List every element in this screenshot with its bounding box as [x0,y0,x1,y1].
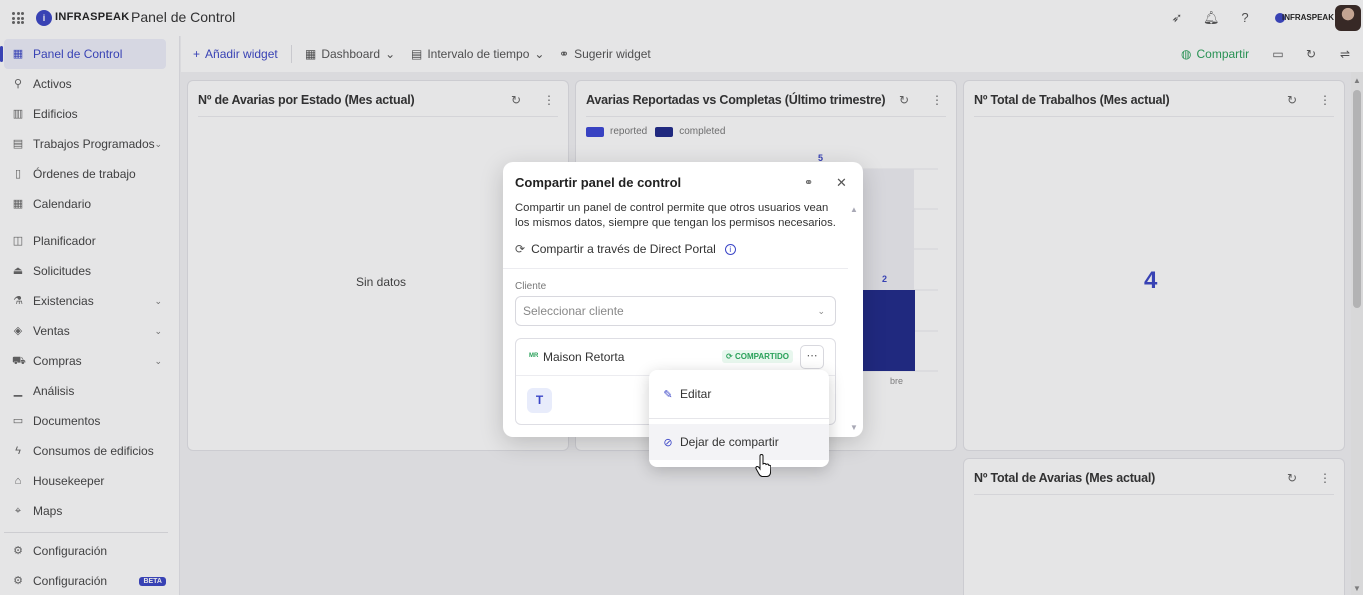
scroll-up-icon[interactable]: ▲ [850,205,858,214]
client-select-placeholder: Seleccionar cliente [523,304,624,318]
client-actions-menu: ✎ Editar ⊘ Dejar de compartir [649,370,829,467]
modal-title: Compartir panel de control [515,175,682,190]
shared-status-text: COMPARTIDO [734,352,790,361]
shared-status-badge: ⟳ COMPARTIDO [722,350,794,363]
info-icon[interactable]: i [724,243,736,255]
ban-icon: ⊘ [663,436,673,449]
client-name: Maison Retorta [543,350,625,364]
hand-cursor-icon [755,454,771,477]
direct-portal-row: ⟳ Compartir a través de Direct Portal i [515,242,736,256]
user-avatar: T [527,388,552,413]
client-select[interactable]: Seleccionar cliente ⌄ [515,296,836,326]
sync-icon: ⟳ [515,242,526,256]
edit-menu-item[interactable]: ✎ Editar [649,376,829,412]
edit-label: Editar [680,387,712,401]
direct-portal-label: Compartir a través de Direct Portal [531,242,716,256]
close-icon[interactable]: ✕ [836,175,847,191]
modal-divider [503,268,848,269]
client-field-label: Cliente [515,281,547,292]
modal-description: Compartir un panel de control permite qu… [515,202,836,229]
chevron-down-icon: ⌄ [817,306,825,316]
link-icon[interactable]: ⚭ [804,176,813,189]
menu-divider [649,418,829,419]
scroll-down-icon[interactable]: ▼ [850,423,858,432]
client-initials: MR [529,353,539,359]
stop-sharing-label: Dejar de compartir [680,435,779,449]
stop-sharing-menu-item[interactable]: ⊘ Dejar de compartir [649,424,829,460]
pencil-icon: ✎ [663,388,673,401]
client-more-button[interactable]: ⋯ [800,345,824,369]
